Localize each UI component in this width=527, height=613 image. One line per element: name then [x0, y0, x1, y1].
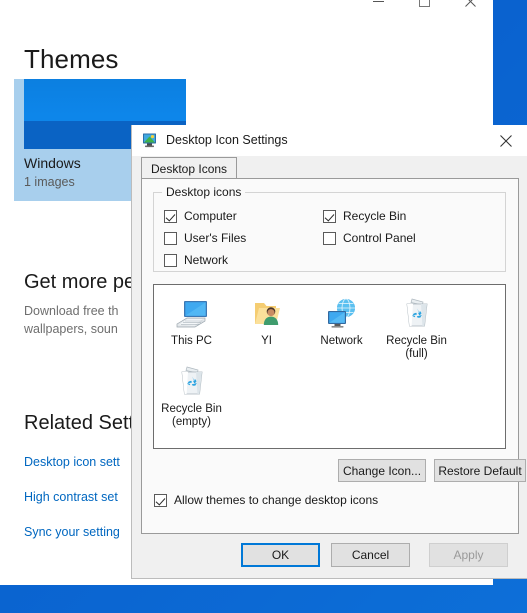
maximize-icon	[418, 0, 430, 7]
button-label: Change Icon...	[342, 463, 422, 478]
checkbox-box[interactable]	[323, 209, 336, 223]
icon-item-recycle-bin-full[interactable]: Recycle Bin (full)	[379, 293, 454, 361]
recycle-bin-empty-icon	[181, 366, 202, 395]
checkbox-users-files[interactable]: User's Files	[164, 231, 246, 245]
button-label: Restore Default	[438, 463, 522, 478]
checkbox-box[interactable]	[164, 253, 177, 267]
tab-panel-desktop-icons: Desktop icons Computer User's Files Netw…	[141, 178, 526, 534]
checkbox-box[interactable]	[154, 493, 167, 507]
checkbox-box[interactable]	[164, 209, 177, 223]
desktop-icons-groupbox: Desktop icons Computer User's Files Netw…	[153, 185, 506, 272]
apply-button: Apply	[429, 543, 508, 567]
this-pc-icon	[176, 301, 207, 328]
checkbox-label: Control Panel	[343, 231, 416, 245]
close-icon	[499, 134, 512, 147]
close-button[interactable]	[447, 0, 493, 17]
restore-default-button[interactable]: Restore Default	[434, 459, 526, 482]
network-icon	[327, 298, 355, 328]
checkbox-control-panel[interactable]: Control Panel	[323, 231, 416, 245]
button-label: Cancel	[351, 548, 390, 562]
change-icon-button[interactable]: Change Icon...	[338, 459, 426, 482]
checkbox-allow-themes-change-icons[interactable]: Allow themes to change desktop icons	[154, 493, 378, 507]
icon-label: Network	[320, 335, 363, 347]
icon-label: Recycle Bin (empty)	[161, 403, 222, 428]
button-label: Apply	[453, 548, 484, 562]
icon-preview-listbox[interactable]: This PC YI Network Recycle Bin (full) Re…	[153, 284, 506, 449]
cancel-button[interactable]: Cancel	[331, 543, 410, 567]
icon-item-network[interactable]: Network	[304, 293, 379, 361]
icon-label: Recycle Bin (full)	[386, 335, 447, 360]
checkbox-label: User's Files	[184, 231, 247, 245]
theme-image-count: 1 images	[24, 175, 75, 189]
icon-label: YI	[261, 335, 272, 347]
checkbox-label: Recycle Bin	[343, 209, 407, 223]
groupbox-legend: Desktop icons	[162, 185, 246, 199]
close-icon	[464, 0, 476, 7]
checkbox-recycle-bin[interactable]: Recycle Bin	[323, 209, 406, 223]
dialog-titlebar[interactable]: Desktop Icon Settings	[132, 125, 527, 156]
settings-titlebar	[0, 0, 493, 31]
get-more-themes-heading: Get more pe	[24, 271, 136, 293]
theme-name: Windows	[24, 155, 81, 171]
link-high-contrast-settings[interactable]: High contrast set	[24, 490, 118, 504]
checkbox-box[interactable]	[323, 231, 336, 245]
dialog-body: Desktop Icons Desktop icons Computer Use…	[132, 156, 527, 578]
minimize-icon	[372, 1, 384, 2]
link-sync-your-settings[interactable]: Sync your setting	[24, 525, 120, 539]
checkbox-box[interactable]	[164, 231, 177, 245]
minimize-button[interactable]	[355, 0, 401, 17]
page-title: Themes	[24, 44, 119, 74]
icon-preview-grid: This PC YI Network Recycle Bin (full) Re…	[154, 293, 505, 448]
button-label: OK	[271, 548, 290, 562]
maximize-button[interactable]	[401, 0, 447, 17]
desktop-icon-settings-dialog: Desktop Icon Settings Desktop Icons Desk…	[131, 125, 527, 579]
ok-button[interactable]: OK	[241, 543, 320, 567]
icon-item-recycle-bin-empty[interactable]: Recycle Bin (empty)	[154, 361, 229, 429]
user-folder-icon	[254, 303, 280, 325]
checkbox-label: Network	[184, 253, 229, 267]
dialog-footer: OK Cancel Apply	[132, 534, 527, 578]
checkbox-computer[interactable]: Computer	[164, 209, 237, 223]
icon-item-user-folder[interactable]: YI	[229, 293, 304, 361]
desktop-icon-settings-icon	[143, 133, 156, 148]
get-more-themes-desc-line1: Download free th	[24, 304, 119, 318]
checkbox-label: Computer	[184, 209, 237, 223]
link-desktop-icon-settings[interactable]: Desktop icon sett	[24, 455, 120, 469]
dialog-title: Desktop Icon Settings	[166, 133, 288, 147]
icon-label: This PC	[171, 335, 212, 347]
icon-item-this-pc[interactable]: This PC	[154, 293, 229, 361]
tab-strip: Desktop Icons	[141, 157, 519, 179]
related-settings-heading: Related Sett	[24, 412, 135, 434]
dialog-close-button[interactable]	[483, 125, 527, 156]
checkbox-network[interactable]: Network	[164, 253, 228, 267]
tab-label: Desktop Icons	[151, 161, 228, 176]
tab-desktop-icons[interactable]: Desktop Icons	[141, 157, 238, 179]
checkbox-label: Allow themes to change desktop icons	[174, 493, 379, 507]
get-more-themes-desc-line2: wallpapers, soun	[24, 322, 118, 336]
recycle-bin-full-icon	[406, 298, 427, 327]
